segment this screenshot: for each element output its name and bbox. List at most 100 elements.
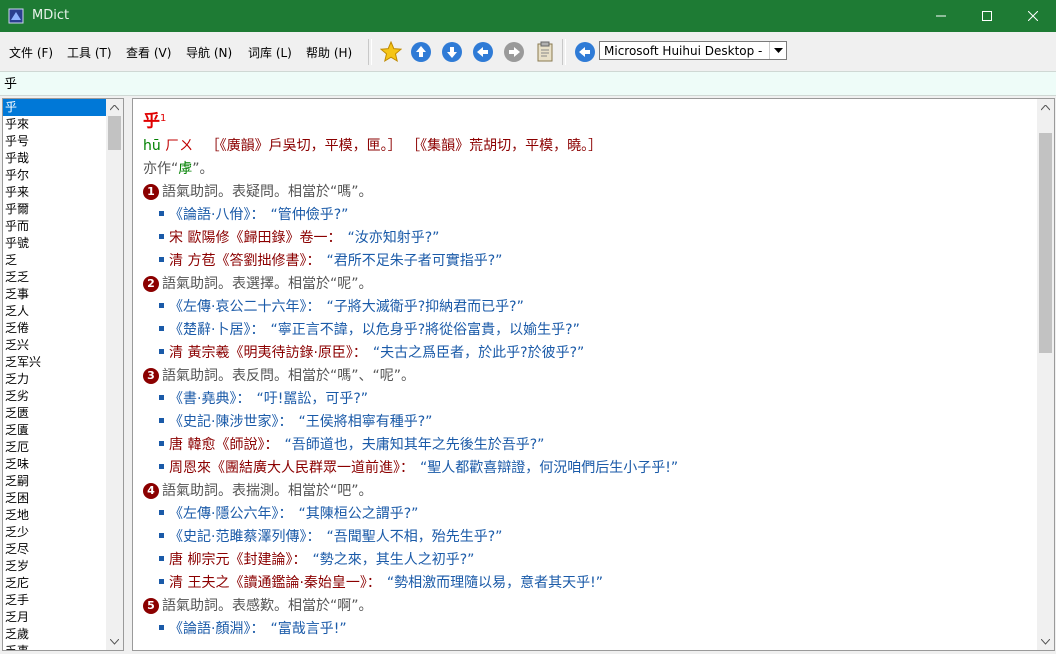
- definition-scrollbar[interactable]: [1037, 99, 1054, 650]
- word-list-item[interactable]: 乏月: [3, 609, 107, 626]
- menu-library[interactable]: 词库 (L): [248, 44, 292, 61]
- bullet-icon: [159, 348, 164, 354]
- rhyme-info: ［《廣韻》戶吳切，平模，匣。］ ［《集韻》荒胡切，平模，曉。］: [205, 137, 603, 154]
- scroll-up-icon[interactable]: [1037, 99, 1054, 116]
- search-bar: [0, 71, 1056, 96]
- word-list-item[interactable]: 乏事: [3, 286, 107, 303]
- word-list-item[interactable]: 乏少: [3, 524, 107, 541]
- speak-button[interactable]: [572, 39, 598, 65]
- menu-tools[interactable]: 工具 (T): [67, 44, 112, 61]
- example: 清 方苞《答劉拙修書》： “君所不足朱子者可實指乎?”: [143, 250, 1023, 273]
- word-list-item[interactable]: 乏兴: [3, 337, 107, 354]
- word-list-item[interactable]: 乏劣: [3, 388, 107, 405]
- word-list-scrollbar[interactable]: [106, 99, 123, 650]
- example: 周恩來《團結廣大人民群眾一道前進》： “聖人都歡喜辯證，何況咱們后生小子乎!”: [143, 457, 1023, 480]
- word-list-item[interactable]: 乎爾: [3, 201, 107, 218]
- sense-number-badge: 4: [143, 482, 159, 499]
- scroll-down-icon[interactable]: [1037, 633, 1054, 650]
- example-quote: “君所不足朱子者可實指乎?”: [326, 252, 503, 269]
- example-source[interactable]: 唐 韓愈《師說》：: [169, 437, 278, 453]
- word-list-item[interactable]: 乏力: [3, 371, 107, 388]
- example-source[interactable]: 《論語·八佾》：: [169, 207, 264, 223]
- forward-button[interactable]: [501, 39, 527, 65]
- arrow-left-icon: [473, 42, 493, 62]
- word-list-item[interactable]: 乏倦: [3, 320, 107, 337]
- word-list-item[interactable]: 乏庀: [3, 575, 107, 592]
- example-source[interactable]: 清 黃宗羲《明夷待訪錄·原臣》：: [169, 345, 367, 361]
- word-list-item[interactable]: 乏军兴: [3, 354, 107, 371]
- title-bar: MDict: [0, 0, 1056, 32]
- word-list-item[interactable]: 乎: [3, 99, 107, 116]
- word-list-item[interactable]: 乏尽: [3, 541, 107, 558]
- word-list-item[interactable]: 乏手: [3, 592, 107, 609]
- example: 宋 歐陽修《歸田錄》卷一： “汝亦知射乎?”: [143, 227, 1023, 250]
- menu-help[interactable]: 帮助 (H): [306, 44, 352, 61]
- example-source[interactable]: 《史記·范雎蔡澤列傳》：: [169, 529, 320, 545]
- word-list-item[interactable]: 乏歲: [3, 626, 107, 643]
- word-list-item[interactable]: 乎号: [3, 133, 107, 150]
- example-source[interactable]: 宋 歐陽修《歸田錄》卷一：: [169, 230, 341, 246]
- word-list-item[interactable]: 乎而: [3, 218, 107, 235]
- example-source[interactable]: 《左傳·哀公二十六年》：: [169, 299, 320, 315]
- maximize-button[interactable]: [964, 0, 1010, 32]
- word-list-item[interactable]: 乎来: [3, 184, 107, 201]
- scroll-thumb[interactable]: [1039, 133, 1052, 353]
- word-list-item[interactable]: 乏地: [3, 507, 107, 524]
- scroll-up-icon[interactable]: [106, 99, 123, 116]
- word-list-item[interactable]: 乎號: [3, 235, 107, 252]
- word-list-item[interactable]: 乏匮: [3, 405, 107, 422]
- word-list-item[interactable]: 乏事: [3, 643, 107, 650]
- example-source[interactable]: 《楚辭·卜居》：: [169, 322, 264, 338]
- word-list-item[interactable]: 乏味: [3, 456, 107, 473]
- bullet-icon: [159, 256, 164, 262]
- prev-entry-button[interactable]: [408, 39, 434, 65]
- word-list-item[interactable]: 乎來: [3, 116, 107, 133]
- zhuyin: ㄏㄨ: [165, 137, 194, 154]
- example-quote: “吁!嚚訟，可乎?”: [256, 390, 369, 407]
- word-list-item[interactable]: 乏困: [3, 490, 107, 507]
- favorite-button[interactable]: [378, 39, 404, 65]
- scroll-down-icon[interactable]: [106, 633, 123, 650]
- clipboard-button[interactable]: [532, 39, 558, 65]
- word-list-item[interactable]: 乏: [3, 252, 107, 269]
- word-list-item[interactable]: 乏嗣: [3, 473, 107, 490]
- sense: 2 語氣助詞。表選擇。相當於“呢”。 《左傳·哀公二十六年》： “子將大滅衛乎?抑納君…: [143, 273, 1023, 365]
- scroll-thumb[interactable]: [108, 116, 121, 150]
- bullet-icon: [159, 509, 164, 515]
- example-source[interactable]: 《史記·陳涉世家》：: [169, 414, 292, 430]
- menu-view[interactable]: 查看 (V): [126, 44, 171, 61]
- word-list-item[interactable]: 乏人: [3, 303, 107, 320]
- back-button[interactable]: [470, 39, 496, 65]
- close-icon: [1028, 11, 1038, 21]
- example-source[interactable]: 清 方苞《答劉拙修書》：: [169, 253, 320, 269]
- bullet-icon: [159, 325, 164, 331]
- minimize-button[interactable]: [918, 0, 964, 32]
- word-list-item[interactable]: 乎哉: [3, 150, 107, 167]
- word-list-item[interactable]: 乏岁: [3, 558, 107, 575]
- example-quote: “寧正言不諱，以危身乎?將從俗富貴，以媮生乎?”: [270, 321, 580, 338]
- example-source[interactable]: 周恩來《團結廣大人民群眾一道前進》：: [169, 460, 414, 476]
- homograph-number: 1: [160, 113, 167, 124]
- example: 《史記·范雎蔡澤列傳》： “吾聞聖人不相，殆先生乎?”: [143, 526, 1023, 549]
- example-source[interactable]: 《左傳·隱公六年》：: [169, 506, 292, 522]
- close-button[interactable]: [1010, 0, 1056, 32]
- variant-char[interactable]: 虖: [178, 161, 192, 177]
- bullet-icon: [159, 233, 164, 239]
- next-entry-button[interactable]: [439, 39, 465, 65]
- example-source[interactable]: 《書·堯典》：: [169, 391, 250, 407]
- word-list-items: 乎乎來 乎号 乎哉 乎尔 乎来 乎爾 乎而 乎號乏乏乏 乏事 乏人 乏倦 乏兴 乏军兴 乏力 乏劣 乏匮 乏匱乏…: [3, 99, 107, 650]
- word-list-item[interactable]: 乏乏: [3, 269, 107, 286]
- example-source[interactable]: 《論語·顏淵》：: [169, 621, 264, 637]
- bullet-icon: [159, 555, 164, 561]
- example-source[interactable]: 唐 柳宗元《封建論》：: [169, 552, 306, 568]
- search-input[interactable]: [4, 75, 404, 90]
- example-source[interactable]: 清 王夫之《讀通鑑論·秦始皇一》：: [169, 575, 381, 591]
- word-list-item[interactable]: 乎尔: [3, 167, 107, 184]
- word-list-item[interactable]: 乏厄: [3, 439, 107, 456]
- menu-file[interactable]: 文件 (F): [9, 44, 53, 61]
- word-list-item[interactable]: 乏匱: [3, 422, 107, 439]
- bullet-icon: [159, 210, 164, 216]
- menu-navigate[interactable]: 导航 (N): [186, 44, 232, 61]
- voice-dictionary-select[interactable]: Microsoft Huihui Desktop - C: [599, 41, 787, 60]
- chevron-down-icon[interactable]: [769, 42, 786, 59]
